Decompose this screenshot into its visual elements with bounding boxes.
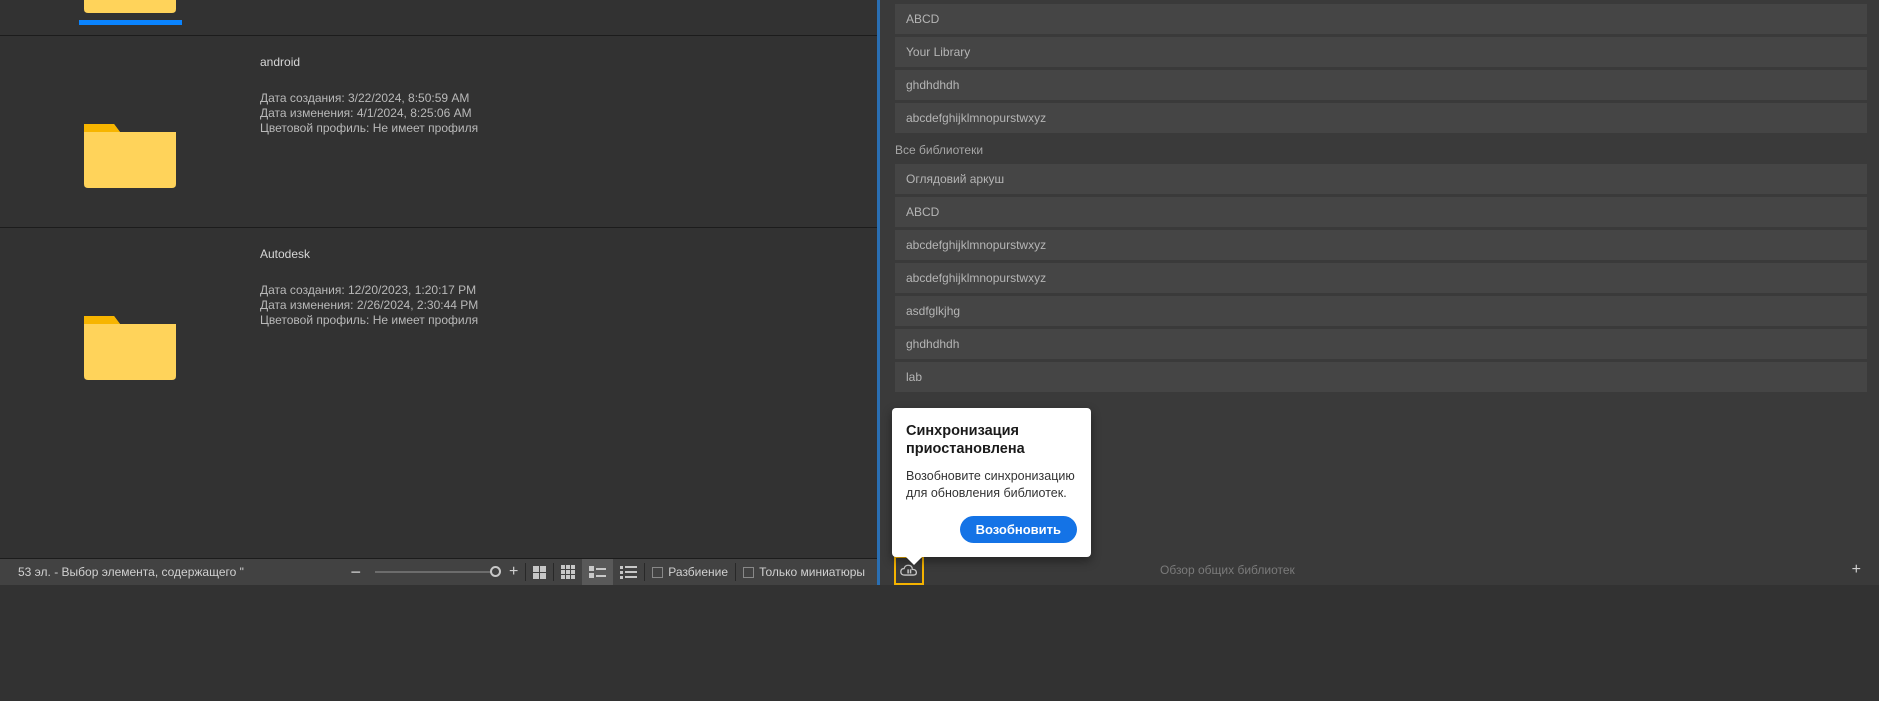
zoom-out-button[interactable]: − xyxy=(343,559,368,585)
folder-meta: Autodesk Дата создания: 12/20/2023, 1:20… xyxy=(260,240,478,385)
library-item[interactable]: ghdhdhdh xyxy=(895,329,1867,359)
view-details-button[interactable] xyxy=(582,559,613,585)
zoom-in-button[interactable]: + xyxy=(502,559,525,585)
tooltip-title: Синхронизация приостановлена xyxy=(906,422,1077,458)
folder-icon xyxy=(79,302,181,382)
selection-bar xyxy=(79,20,182,25)
thumbs-only-toggle[interactable]: Только миниатюры xyxy=(736,559,877,585)
library-item[interactable]: Your Library xyxy=(895,37,1867,67)
list-icon xyxy=(620,566,637,579)
library-item[interactable]: ABCD xyxy=(895,4,1867,34)
status-text: 53 эл. - Выбор элемента, содержащего " xyxy=(18,565,244,579)
library-item[interactable]: lab xyxy=(895,362,1867,392)
resume-sync-button[interactable]: Возобновить xyxy=(960,516,1077,543)
checkbox-icon xyxy=(743,567,754,578)
tooltip-body: Возобновите синхронизацию для обновления… xyxy=(906,468,1077,502)
folder-item[interactable]: Autodesk Дата создания: 12/20/2023, 1:20… xyxy=(0,227,877,419)
breakup-label: Разбиение xyxy=(668,565,728,579)
view-lock-button[interactable] xyxy=(526,559,553,585)
folder-icon xyxy=(79,0,181,15)
library-item[interactable]: Оглядовий аркуш xyxy=(895,164,1867,194)
folder-name: android xyxy=(260,55,478,69)
folder-item[interactable]: android Дата создания: 3/22/2024, 8:50:5… xyxy=(0,35,877,227)
folder-thumb xyxy=(0,48,260,193)
sync-paused-tooltip: Синхронизация приостановлена Возобновите… xyxy=(892,408,1091,557)
folder-meta: android Дата создания: 3/22/2024, 8:50:5… xyxy=(260,48,478,193)
folder-thumb xyxy=(0,0,260,25)
library-item[interactable]: ghdhdhdh xyxy=(895,70,1867,100)
library-item[interactable]: abcdefghijklmnopurstwxyz xyxy=(895,230,1867,260)
cloud-paused-icon xyxy=(900,564,918,578)
grid-icon xyxy=(561,565,575,579)
add-library-button[interactable]: + xyxy=(1852,561,1861,579)
view-list-button[interactable] xyxy=(613,559,644,585)
status-bar: 53 эл. - Выбор элемента, содержащего " −… xyxy=(0,558,877,585)
breakup-toggle[interactable]: Разбиение xyxy=(645,559,735,585)
folder-name: Autodesk xyxy=(260,247,478,261)
library-item[interactable]: asdfglkjhg xyxy=(895,296,1867,326)
library-item[interactable]: abcdefghijklmnopurstwxyz xyxy=(895,103,1867,133)
shared-libraries-link[interactable]: Обзор общих библиотек xyxy=(1160,563,1295,577)
zoom-slider[interactable] xyxy=(368,559,502,585)
folder-thumb xyxy=(0,240,260,385)
details-icon xyxy=(589,566,606,578)
content-area: android Дата создания: 3/22/2024, 8:50:5… xyxy=(0,0,877,558)
folder-item[interactable] xyxy=(0,0,877,35)
libraries-section-header: Все библиотеки xyxy=(895,136,1867,164)
checkbox-icon xyxy=(652,567,663,578)
folder-icon xyxy=(79,110,181,190)
libraries-status-bar: Обзор общих библиотек + xyxy=(877,556,1879,585)
view-grid-button[interactable] xyxy=(554,559,582,585)
library-item[interactable]: ABCD xyxy=(895,197,1867,227)
thumbs-only-label: Только миниатюры xyxy=(759,565,865,579)
grid-lock-icon xyxy=(533,566,546,579)
library-item[interactable]: abcdefghijklmnopurstwxyz xyxy=(895,263,1867,293)
